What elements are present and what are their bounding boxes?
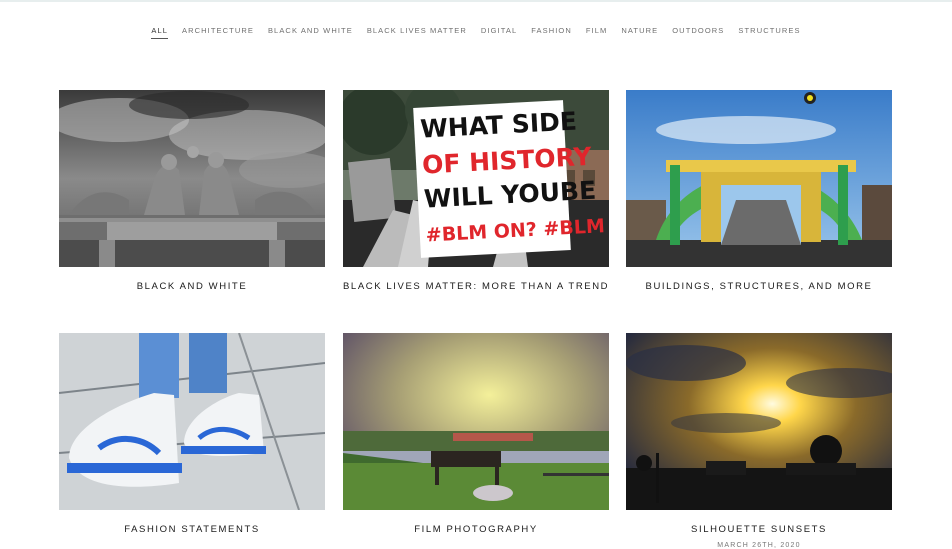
filter-digital[interactable]: DIGITAL xyxy=(474,24,524,38)
bridge-photo[interactable] xyxy=(626,90,892,267)
gallery-title[interactable]: BLACK AND WHITE xyxy=(59,281,325,292)
protest-sign-photo[interactable]: WHAT SIDE OF HISTORY WILL YOUBE #BLM ON?… xyxy=(343,90,609,267)
filter-structures[interactable]: STRUCTURES xyxy=(731,24,807,38)
filter-outdoors[interactable]: OUTDOORS xyxy=(665,24,731,38)
filter-black-and-white[interactable]: BLACK AND WHITE xyxy=(261,24,360,38)
filter-nature[interactable]: NATURE xyxy=(614,24,665,38)
gallery-card-black-lives-matter[interactable]: WHAT SIDE OF HISTORY WILL YOUBE #BLM ON?… xyxy=(343,90,609,292)
gallery-date: MARCH 26TH, 2020 xyxy=(717,542,801,549)
gallery-title[interactable]: BUILDINGS, STRUCTURES, AND MORE xyxy=(626,281,892,292)
filter-film[interactable]: FILM xyxy=(579,24,614,38)
gallery-title[interactable]: FILM PHOTOGRAPHY xyxy=(343,524,609,535)
filter-all[interactable]: ALL xyxy=(144,24,175,39)
filter-black-lives-matter[interactable]: BLACK LIVES MATTER xyxy=(360,24,474,38)
filter-fashion[interactable]: FASHION xyxy=(524,24,579,38)
sunset-photo[interactable] xyxy=(626,333,892,510)
gallery-title[interactable]: BLACK LIVES MATTER: MORE THAN A TREND xyxy=(343,281,609,292)
top-divider xyxy=(0,0,952,2)
gallery-card-black-and-white[interactable]: BLACK AND WHITE xyxy=(59,90,325,292)
gallery-title[interactable]: FASHION STATEMENTS xyxy=(59,524,325,535)
gallery-card-film-photography[interactable]: FILM PHOTOGRAPHY xyxy=(343,333,609,535)
sneakers-photo[interactable] xyxy=(59,333,325,510)
gallery-card-fashion-statements[interactable]: FASHION STATEMENTS xyxy=(59,333,325,535)
gallery-card-buildings-structures[interactable]: BUILDINGS, STRUCTURES, AND MORE xyxy=(626,90,892,292)
filter-architecture[interactable]: ARCHITECTURE xyxy=(175,24,261,38)
gallery-card-silhouette-sunsets[interactable]: SILHOUETTE SUNSETS MARCH 26TH, 2020 xyxy=(626,333,892,549)
category-filter-nav: ALL ARCHITECTURE BLACK AND WHITE BLACK L… xyxy=(0,24,952,39)
gallery-title[interactable]: SILHOUETTE SUNSETS xyxy=(626,524,892,535)
sculpture-bw-photo[interactable] xyxy=(59,90,325,267)
park-bench-photo[interactable] xyxy=(343,333,609,510)
